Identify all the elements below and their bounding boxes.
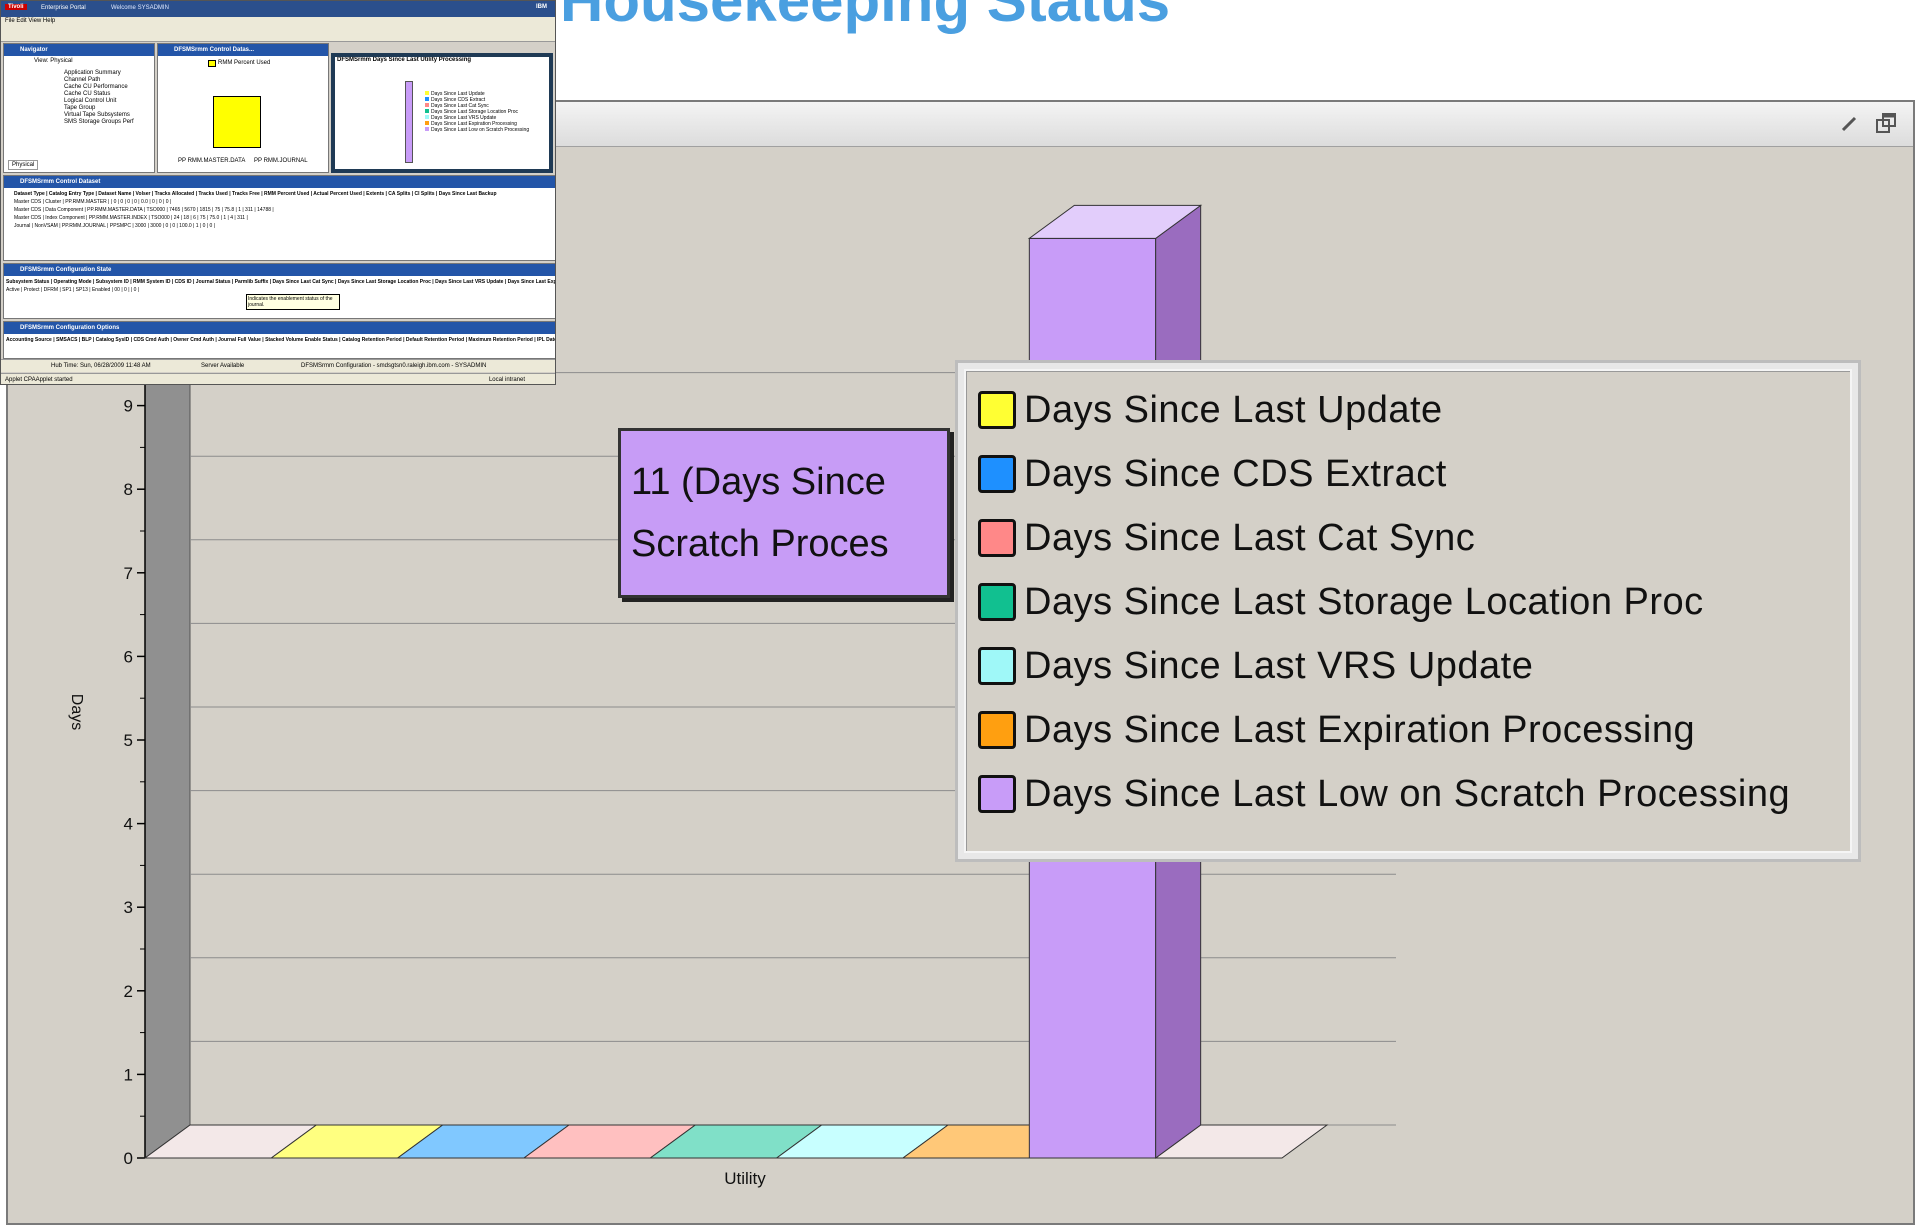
thumb-status-time: Hub Time: Sun, 06/28/2009 11:48 AM	[51, 363, 151, 369]
thumb-grid-row[interactable]: Journal | NonVSAM | PP.RMM.JOURNAL | PPS…	[14, 222, 497, 230]
thumb-app-title: Enterprise Portal	[41, 5, 86, 11]
thumb-navigator: Navigator View: Physical Application Sum…	[3, 43, 155, 173]
thumb-highlight-frame	[331, 53, 553, 173]
legend-label: Days Since Last Storage Location Proc	[1024, 580, 1704, 623]
thumb-nav-view: View: Physical	[34, 58, 73, 64]
thumb-nav-item[interactable]: Cache CU Status	[64, 91, 134, 98]
thumb-status-path: DFSMSrmm Configuration - smdsgtsn0.ralei…	[301, 363, 487, 369]
legend-swatch	[978, 711, 1016, 749]
thumb-config-grid: Subsystem Status | Operating Mode | Subs…	[6, 278, 556, 294]
y-axis-label: Days	[68, 694, 85, 730]
tooltip-line-1: 11 (Days Since	[631, 461, 886, 503]
thumb-browser-status: Applet CPAApplet started Local intranet	[1, 373, 555, 384]
thumb-toolbar[interactable]	[1, 27, 555, 42]
thumb-config-title: DFSMSrmm Configuration State	[4, 264, 555, 276]
y-tick-label: 6	[124, 647, 133, 666]
thumb-menu-text: File Edit View Help	[5, 18, 56, 24]
legend-item: Days Since Last Update	[978, 385, 1443, 435]
legend-body: Days Since Last Update Days Since CDS Ext…	[964, 369, 1852, 853]
thumb-options-title: DFSMSrmm Configuration Options	[4, 322, 555, 334]
thumb-menu[interactable]: File Edit View Help	[1, 17, 555, 27]
thumb-panel2-cat1: PP RMM.MASTER.DATA	[178, 158, 246, 164]
legend-swatch	[978, 775, 1016, 813]
thumb-panel2-cat2: PP RMM.JOURNAL	[254, 158, 308, 164]
legend-label: Days Since Last VRS Update	[1024, 644, 1534, 687]
thumb-nav-items: Application Summary Channel Path Cache CU …	[64, 70, 134, 126]
thumb-grid-row[interactable]: Active | Protect | DFRM | SP1 | SP13 | E…	[6, 286, 555, 294]
thumb-dataset-grid: Dataset Type | Catalog Entry Type | Data…	[14, 190, 497, 230]
thumb-grid-header: Accounting Source | SMSACS | BLP | Catal…	[6, 337, 556, 343]
legend-item: Days Since CDS Extract	[978, 449, 1447, 499]
thumb-physical-tab[interactable]: Physical	[8, 160, 39, 170]
tooltip-line-2: Scratch Proces	[631, 523, 889, 565]
legend-swatch	[978, 455, 1016, 493]
thumb-control-panel: DFSMSrmm Control Datas... RMM Percent Us…	[157, 43, 329, 173]
portal-thumbnail: Tivoli Enterprise Portal Welcome SYSADMI…	[0, 0, 556, 385]
thumb-dataset-title: DFSMSrmm Control Dataset	[4, 176, 555, 188]
thumb-grid-row[interactable]: Master CDS | Data Component | PP.RMM.MAS…	[14, 206, 497, 214]
thumb-dataset-table: DFSMSrmm Control Dataset Dataset Type | …	[3, 175, 555, 261]
legend-label: Days Since Last Cat Sync	[1024, 516, 1476, 559]
thumb-grid-header: Dataset Type | Catalog Entry Type | Data…	[14, 191, 497, 197]
thumb-nav-item[interactable]: Virtual Tape Subsystems	[64, 112, 134, 119]
y-tick-label: 5	[124, 731, 133, 750]
legend-item: Days Since Last Low on Scratch Processin…	[978, 769, 1790, 819]
thumb-panel2-swatch	[208, 60, 216, 67]
thumb-grid-row[interactable]: Master CDS | Cluster | PP.RMM.MASTER | |…	[14, 198, 497, 206]
thumb-status-server: Server Available	[201, 363, 245, 369]
y-tick-label: 9	[124, 397, 133, 416]
y-tick-label: 0	[124, 1149, 133, 1168]
thumb-applet-status: Applet CPAApplet started	[5, 377, 73, 383]
thumb-nav-item[interactable]: Application Summary	[64, 70, 134, 77]
legend-item: Days Since Last Expiration Processing	[978, 705, 1695, 755]
thumb-brand: IBM	[536, 4, 547, 10]
thumb-zone: Local intranet	[488, 377, 525, 383]
thumb-statusbar: Hub Time: Sun, 06/28/2009 11:48 AM Serve…	[1, 359, 555, 372]
legend-label: Days Since CDS Extract	[1024, 452, 1447, 495]
thumb-config-state: DFSMSrmm Configuration State Subsystem S…	[3, 263, 556, 319]
chart-tooltip: 11 (Days Since Scratch Proces	[618, 428, 950, 598]
chart-legend: Days Since Last Update Days Since CDS Ext…	[955, 360, 1861, 862]
thumb-panel2-title: DFSMSrmm Control Datas...	[158, 44, 328, 56]
thumb-panel2-bar	[213, 96, 261, 148]
thumb-welcome: Welcome SYSADMIN	[111, 5, 169, 11]
legend-label: Days Since Last Expiration Processing	[1024, 708, 1696, 751]
y-tick-label: 8	[124, 480, 133, 499]
legend-item: Days Since Last VRS Update	[978, 641, 1533, 691]
legend-swatch	[978, 583, 1016, 621]
thumb-nav-item[interactable]: Channel Path	[64, 77, 134, 84]
legend-item: Days Since Last Cat Sync	[978, 513, 1475, 563]
thumb-panel2-legend: RMM Percent Used	[218, 60, 271, 66]
legend-label: Days Since Last Update	[1024, 388, 1443, 431]
thumb-logo: Tivoli	[5, 4, 27, 10]
legend-swatch	[978, 647, 1016, 685]
thumb-options-grid: Accounting Source | SMSACS | BLP | Catal…	[6, 336, 556, 344]
thumb-tooltip: Indicates the enablement status of the j…	[246, 294, 340, 310]
y-tick-label: 4	[124, 815, 133, 834]
thumb-nav-item[interactable]: Tape Group	[64, 105, 134, 112]
y-tick-label: 7	[124, 564, 133, 583]
thumb-grid-row[interactable]: Master CDS | Index Component | PP.RMM.MA…	[14, 214, 497, 222]
thumb-nav-item[interactable]: Logical Control Unit	[64, 98, 134, 105]
y-tick-label: 3	[124, 898, 133, 917]
chart-left-wall	[144, 344, 191, 1159]
y-tick-label: 1	[124, 1065, 133, 1084]
thumb-nav-item[interactable]: Cache CU Performance	[64, 84, 134, 91]
legend-swatch	[978, 391, 1016, 429]
thumb-grid-header: Subsystem Status | Operating Mode | Subs…	[6, 279, 556, 285]
legend-item: Days Since Last Storage Location Proc	[978, 577, 1704, 627]
legend-swatch	[978, 519, 1016, 557]
x-axis-label: Utility	[724, 1169, 766, 1188]
y-tick-label: 2	[124, 982, 133, 1001]
thumb-config-options: DFSMSrmm Configuration Options Accountin…	[3, 321, 556, 359]
thumb-titlebar: Tivoli Enterprise Portal Welcome SYSADMI…	[1, 1, 555, 17]
thumb-nav-item[interactable]: SMS Storage Groups Perf	[64, 119, 134, 126]
legend-label: Days Since Last Low on Scratch Processin…	[1024, 772, 1791, 815]
thumb-nav-title: Navigator	[4, 44, 154, 56]
